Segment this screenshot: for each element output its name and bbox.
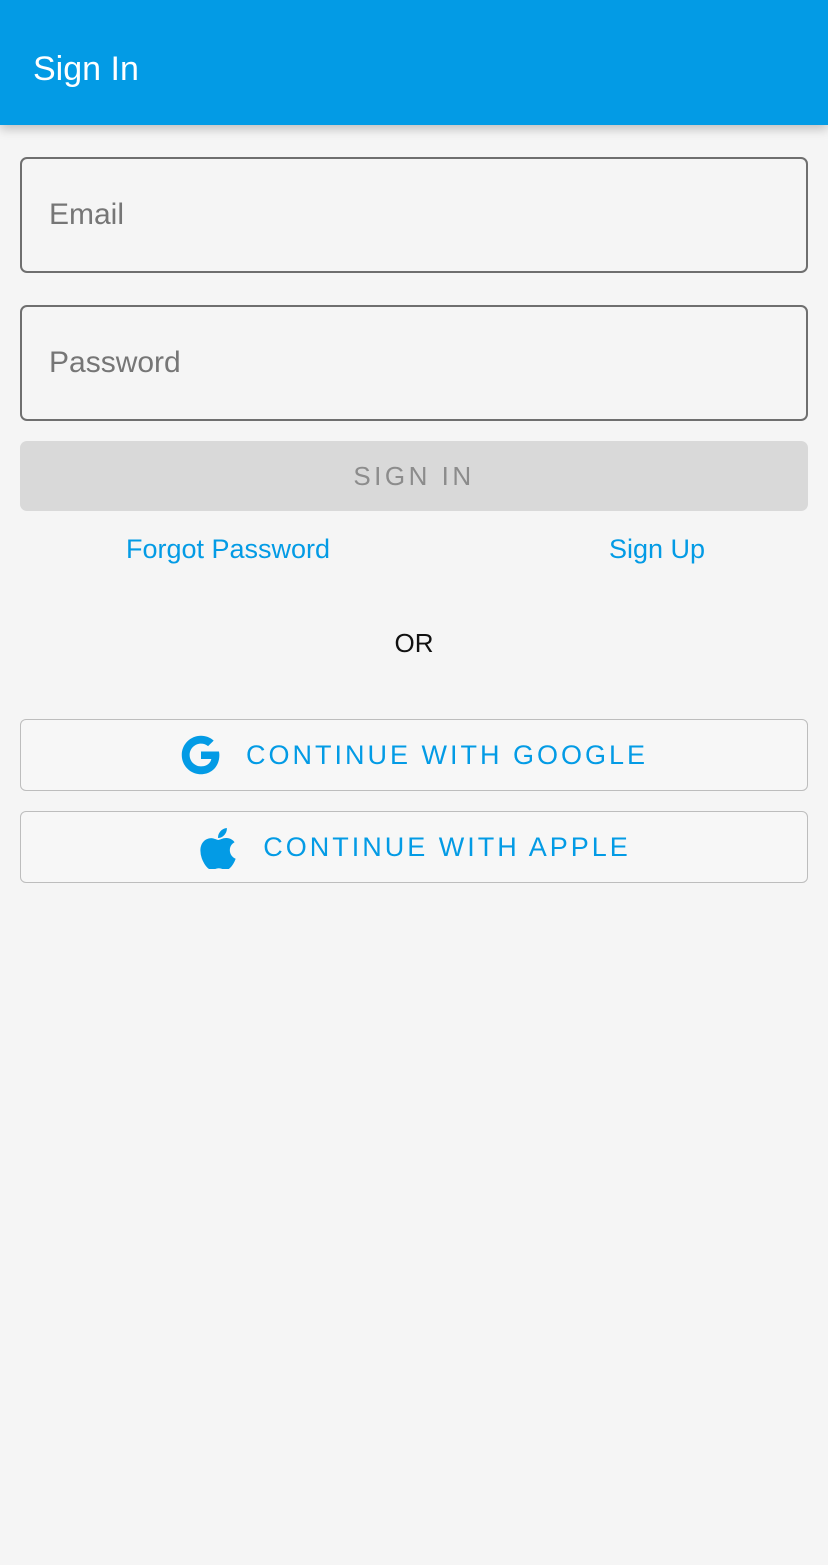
google-icon <box>180 734 222 776</box>
email-input[interactable] <box>49 159 779 271</box>
email-field[interactable] <box>20 157 808 273</box>
app-bar: Sign In <box>0 0 828 125</box>
sign-in-button-label: SIGN IN <box>353 460 475 491</box>
or-divider-text: OR <box>394 628 434 658</box>
continue-with-google-label: CONTINUE WITH GOOGLE <box>245 739 648 770</box>
continue-with-google-button[interactable]: CONTINUE WITH GOOGLE <box>20 719 808 791</box>
forgot-password-link[interactable]: Forgot Password <box>100 531 356 567</box>
sign-in-button[interactable]: SIGN IN <box>20 441 808 511</box>
page-title: Sign In <box>33 50 139 88</box>
continue-with-apple-label: CONTINUE WITH APPLE <box>263 831 631 862</box>
password-input[interactable] <box>49 307 779 419</box>
password-field[interactable] <box>20 305 808 421</box>
apple-icon <box>197 826 239 869</box>
continue-with-apple-button[interactable]: CONTINUE WITH APPLE <box>20 811 808 883</box>
sign-up-link[interactable]: Sign Up <box>586 531 728 567</box>
